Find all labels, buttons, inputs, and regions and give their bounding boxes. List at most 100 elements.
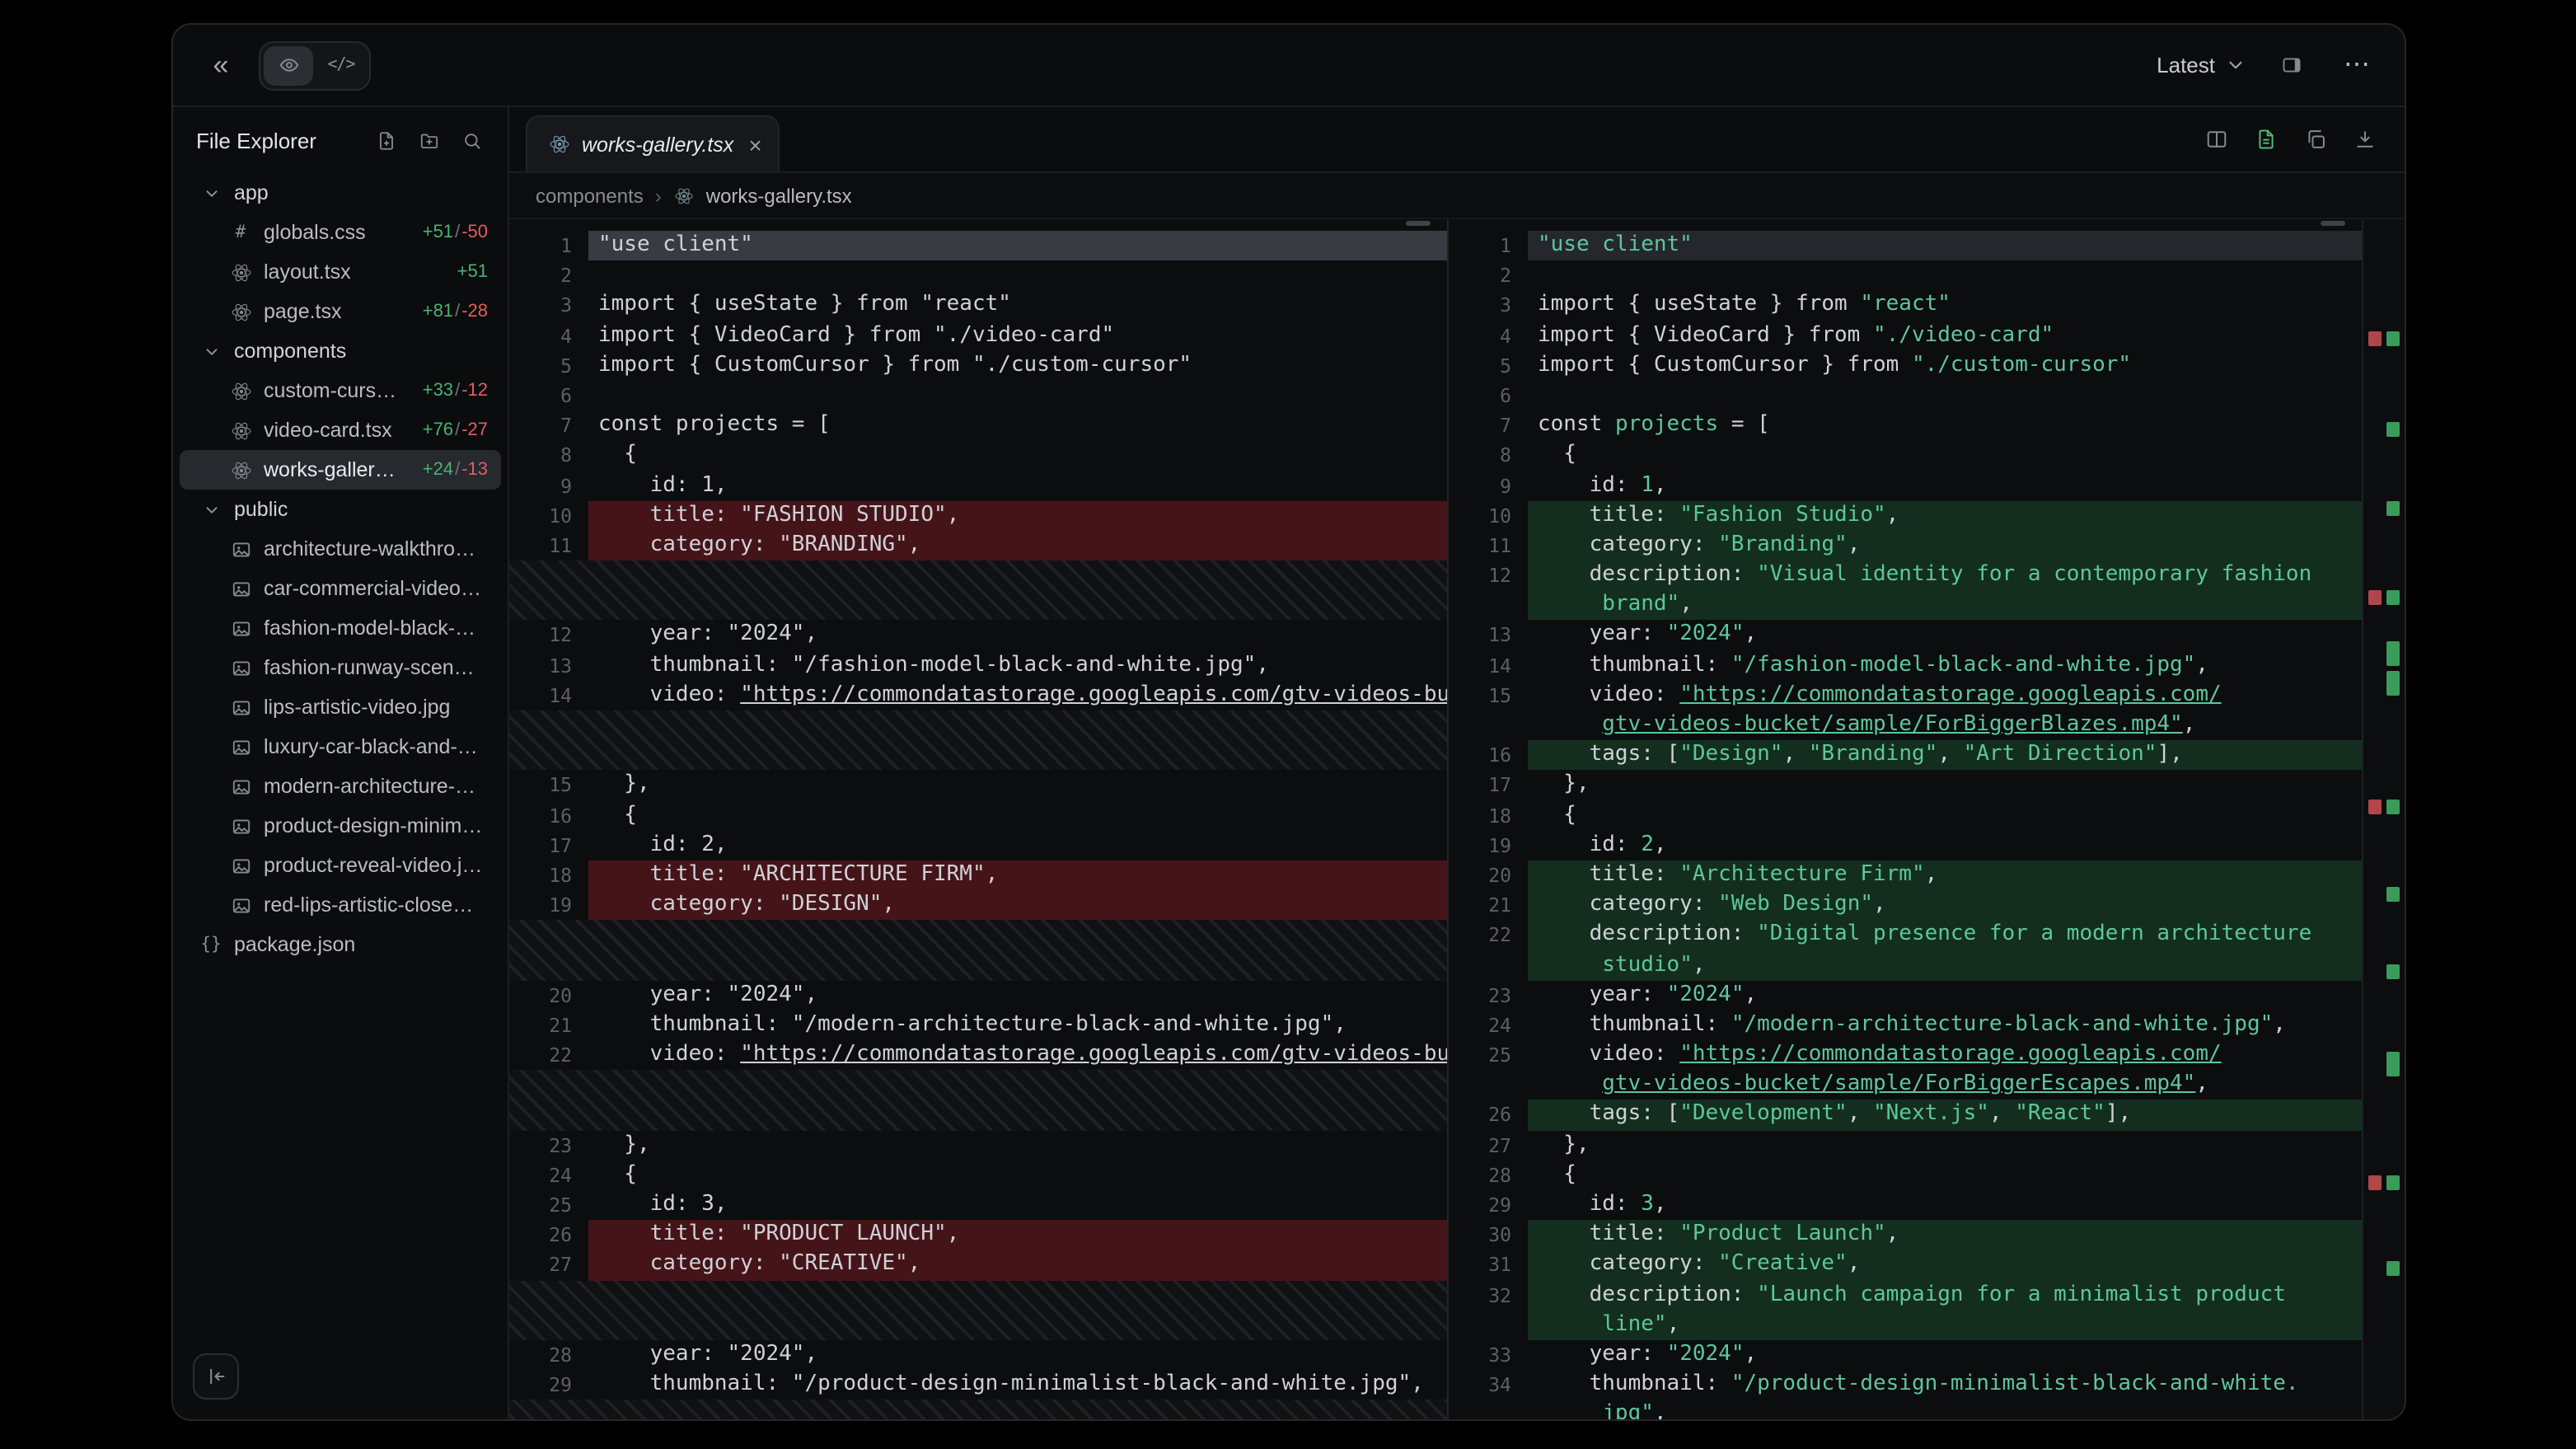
- line-number: 25: [509, 1190, 588, 1220]
- line-number: [1449, 710, 1528, 740]
- added-code-line: 26 tags: ["Development", "Next.js", "Rea…: [1449, 1100, 2362, 1130]
- tree-file-red-lips-artistic-close[interactable]: red-lips-artistic-close…: [180, 885, 501, 925]
- new-folder-button[interactable]: [409, 120, 448, 160]
- editor: works-gallery.tsx × components › works-g…: [509, 107, 2405, 1419]
- diff-editor: 1"use client"23import { useState } from …: [509, 218, 2405, 1419]
- code-icon: </>: [327, 56, 354, 74]
- tree-folder-app[interactable]: app: [180, 173, 501, 213]
- line-number: 6: [1449, 381, 1528, 410]
- line-number: 1: [509, 231, 588, 260]
- tree-file-layout.tsx[interactable]: layout.tsx+51: [180, 252, 501, 292]
- tree-file-architecture-walkthro[interactable]: architecture-walkthro…: [180, 529, 501, 569]
- file-name: car-commercial-video…: [264, 577, 481, 600]
- line-number: 10: [509, 500, 588, 530]
- added-code-line: 30 title: "Product Launch",: [1449, 1220, 2362, 1250]
- tab-works-gallery[interactable]: works-gallery.tsx ×: [526, 115, 780, 171]
- ruler-addition-mark: [2386, 422, 2400, 437]
- file-explorer-title: File Explorer: [196, 128, 316, 152]
- panel-layout-button[interactable]: [2269, 44, 2312, 87]
- copy-file-button[interactable]: [2296, 120, 2335, 159]
- line-number: 30: [1449, 1220, 1528, 1250]
- tree-file-globals.css[interactable]: #globals.css+51/-50: [180, 213, 501, 252]
- added-code-line: 16 tags: ["Design", "Branding", "Art Dir…: [1449, 740, 2362, 770]
- tree-file-product-design-minim[interactable]: product-design-minim…: [180, 806, 501, 846]
- diff-view-button[interactable]: [2246, 120, 2286, 159]
- tree-folder-components[interactable]: components: [180, 331, 501, 371]
- breadcrumb-folder[interactable]: components: [536, 184, 644, 207]
- more-options-button[interactable]: ⋯: [2335, 44, 2378, 87]
- line-number: 17: [509, 831, 588, 860]
- removed-code-line: 26 title: "PRODUCT LAUNCH",: [509, 1221, 1447, 1250]
- added-code-line: studio",: [1449, 950, 2362, 980]
- overview-ruler[interactable]: [2362, 219, 2405, 1419]
- tree-file-fashion-model-black-[interactable]: fashion-model-black-…: [180, 608, 501, 648]
- ruler-addition-mark: [2386, 1052, 2400, 1076]
- main-body: File Explorer app#globals.css+51/-50layo…: [173, 107, 2405, 1419]
- tree-folder-public[interactable]: public: [180, 490, 501, 529]
- collapse-sidebar-button[interactable]: [193, 1353, 239, 1400]
- file-explorer-header: File Explorer: [173, 107, 508, 173]
- react-icon: [229, 419, 252, 442]
- code-line: 17 id: 2,: [509, 831, 1447, 860]
- code-line: 4import { VideoCard } from "./video-card…: [1449, 321, 2362, 350]
- version-dropdown[interactable]: Latest: [2157, 53, 2246, 77]
- ruler-addition-mark: [2386, 964, 2400, 979]
- tree-file-car-commercial-video[interactable]: car-commercial-video…: [180, 569, 501, 608]
- code-line: 24 thumbnail: "/modern-architecture-blac…: [1449, 1011, 2362, 1040]
- app-window: « </> Latest: [171, 23, 2406, 1421]
- tree-file-luxury-car-black-and-[interactable]: luxury-car-black-and-…: [180, 727, 501, 767]
- line-number: [1449, 1311, 1528, 1340]
- tree-file-works-galler[interactable]: works-galler…+24/-13: [180, 450, 501, 490]
- tree-file-custom-curs[interactable]: custom-curs…+33/-12: [180, 371, 501, 410]
- added-code-line: 32 description: "Launch campaign for a m…: [1449, 1280, 2362, 1310]
- new-file-button[interactable]: [366, 120, 405, 160]
- code-line: 22 video: "https://commondatastorage.goo…: [509, 1040, 1447, 1070]
- code-line: 18 {: [1449, 800, 2362, 830]
- preview-toggle-button[interactable]: [264, 45, 313, 85]
- tree-file-lips-artistic-video.jpg[interactable]: lips-artistic-video.jpg: [180, 687, 501, 727]
- code-line: 1"use client": [1449, 231, 2362, 260]
- collapse-panel-button[interactable]: «: [199, 44, 242, 87]
- code-toggle-button[interactable]: </>: [316, 45, 366, 85]
- ruler-addition-mark: [2386, 641, 2400, 666]
- horizontal-scrollbar-thumb[interactable]: [1406, 221, 1431, 226]
- line-number: 3: [1449, 291, 1528, 321]
- image-icon: [229, 814, 252, 837]
- added-code-line: 12 description: "Visual identity for a c…: [1449, 560, 2362, 590]
- file-name: components: [234, 340, 346, 363]
- tree-file-page.tsx[interactable]: page.tsx+81/-28: [180, 292, 501, 331]
- file-name: custom-curs…: [264, 379, 396, 402]
- file-name: modern-architecture-…: [264, 775, 475, 798]
- line-number: 32: [1449, 1280, 1528, 1310]
- tree-file-product-reveal-video.j[interactable]: product-reveal-video.j…: [180, 846, 501, 885]
- code-line: 1"use client": [509, 231, 1447, 260]
- search-files-button[interactable]: [452, 120, 491, 160]
- close-tab-icon[interactable]: ×: [748, 133, 761, 156]
- file-name: layout.tsx: [264, 260, 351, 284]
- tree-file-package.json[interactable]: {}package.json: [180, 925, 501, 964]
- tree-file-video-card.tsx[interactable]: video-card.tsx+76/-27: [180, 410, 501, 450]
- react-icon: [229, 260, 252, 284]
- tree-file-modern-architecture-[interactable]: modern-architecture-…: [180, 767, 501, 806]
- file-plus-icon: [374, 129, 397, 152]
- collapsed-region: [509, 710, 1447, 771]
- diff-stats: +76/-27: [413, 420, 488, 440]
- code-line: 14 video: "https://commondatastorage.goo…: [509, 681, 1447, 710]
- collapsed-region: [509, 1400, 1447, 1419]
- line-number: 17: [1449, 771, 1528, 800]
- code-line: 7const projects = [: [509, 410, 1447, 440]
- tree-file-fashion-runway-scen[interactable]: fashion-runway-scen…: [180, 648, 501, 687]
- panel-right-icon: [2277, 51, 2305, 79]
- added-code-line: line",: [1449, 1311, 2362, 1340]
- split-view-button[interactable]: [2197, 120, 2236, 159]
- code-line: 23 year: "2024",: [1449, 980, 2362, 1010]
- diff-stats: +24/-13: [413, 460, 488, 480]
- download-file-button[interactable]: [2345, 120, 2385, 159]
- file-name: product-design-minim…: [264, 814, 482, 837]
- horizontal-scrollbar-thumb[interactable]: [2321, 221, 2345, 226]
- line-number: 16: [509, 800, 588, 830]
- image-icon: [229, 854, 252, 877]
- copy-icon: [2304, 128, 2327, 151]
- line-number: 12: [1449, 560, 1528, 590]
- ruler-deletion-mark: [2368, 800, 2382, 814]
